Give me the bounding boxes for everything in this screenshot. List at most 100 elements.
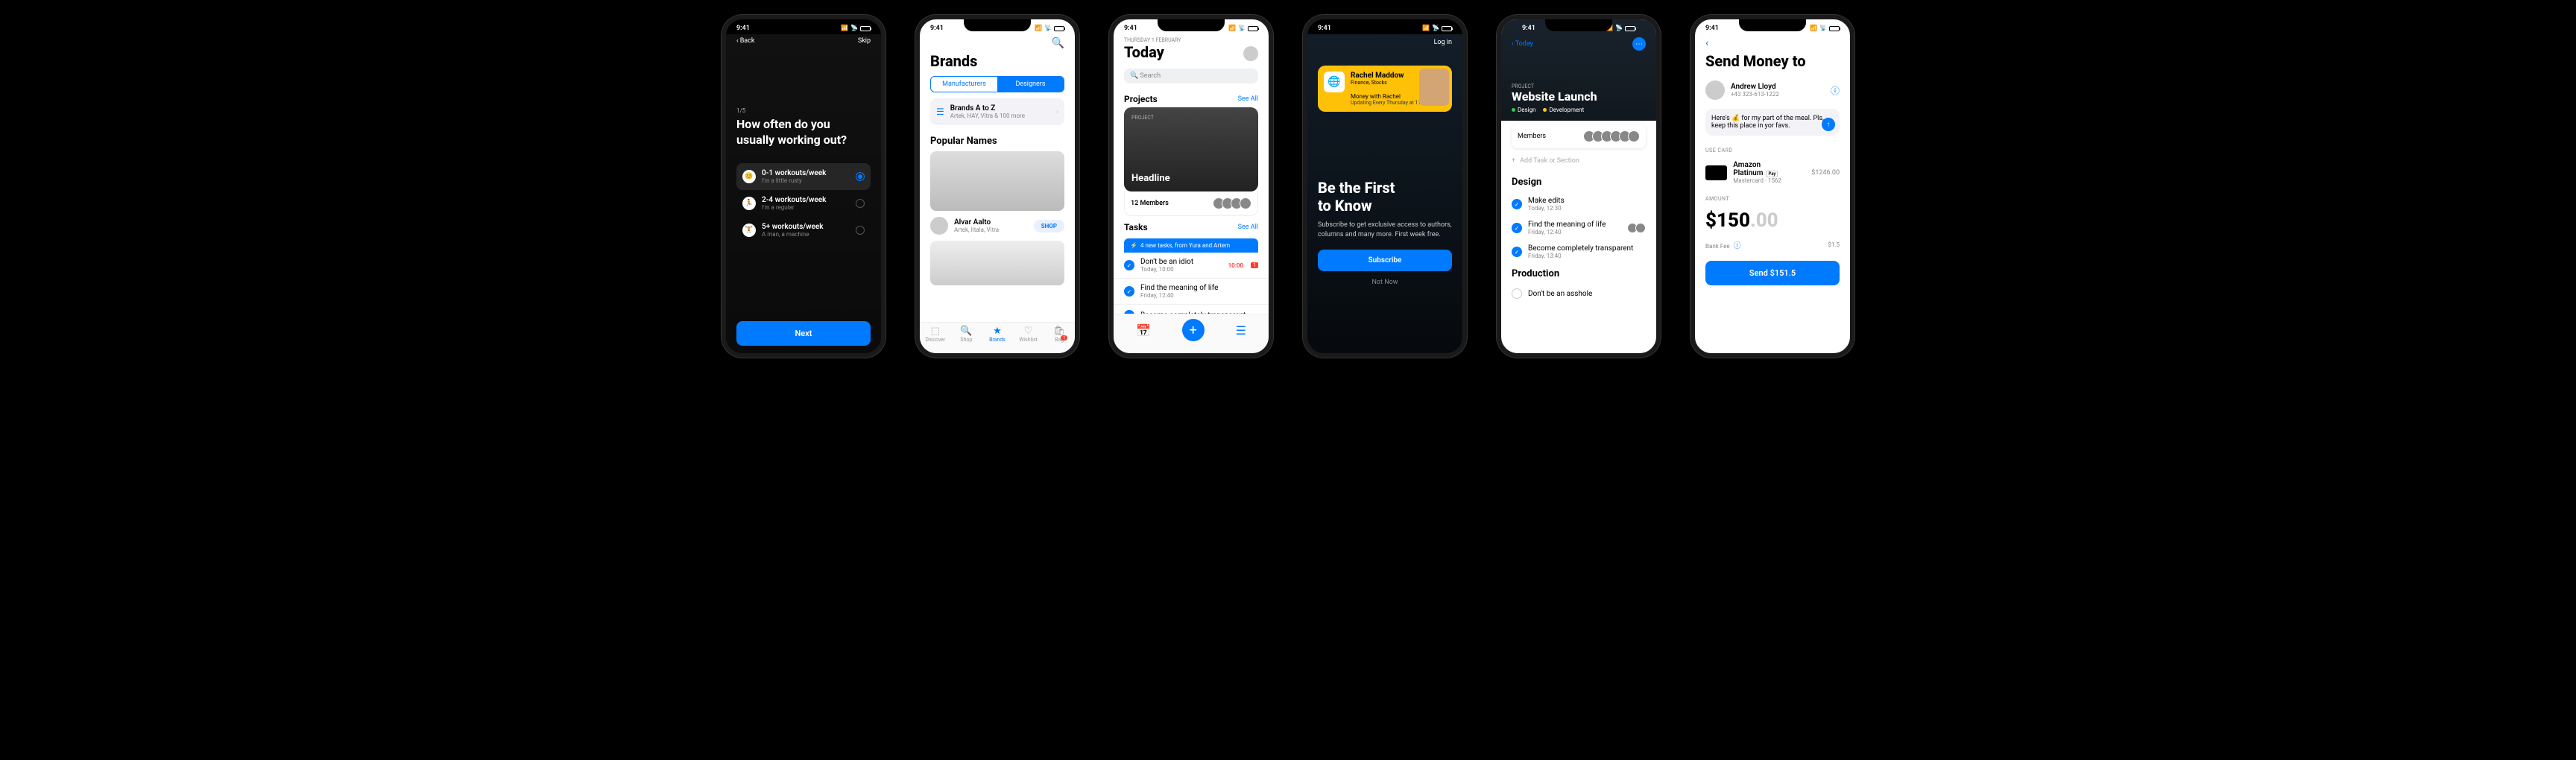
members-row[interactable]: Members [1512,124,1646,148]
task-row[interactable]: ✓Don't be an asshole [1501,284,1656,303]
tab-brands[interactable]: ★Brands [982,326,1013,343]
option-2[interactable]: 🏋 5+ workouts/weekA man, a machine [736,217,871,244]
radio-icon [856,226,865,235]
time: 9:41 [1522,25,1535,32]
signal-icon [841,25,848,32]
time: 9:41 [1318,25,1331,32]
send-message-icon[interactable]: ↑ [1822,118,1835,131]
message-input[interactable]: Here's 💰 for my part of the meal. Pls, k… [1705,109,1840,136]
time: 9:41 [736,25,750,32]
see-all-link[interactable]: See All [1238,95,1258,103]
task-row[interactable]: ✓ Don't be an idiotToday, 10:00 10:001 [1114,253,1269,279]
section-projects: Projects [1124,94,1158,104]
info-icon[interactable]: ⓘ [1831,84,1840,97]
person-photo [1419,69,1449,106]
check-icon[interactable]: ✓ [1124,286,1134,297]
tag-design[interactable]: Design [1512,107,1535,113]
send-button[interactable]: Send $151.5 [1705,261,1840,285]
brand-image[interactable] [930,241,1064,285]
back-button[interactable]: ‹ Today [1512,40,1533,48]
card-row[interactable]: Amazon PlatinumPayMastercard · 1562 $124… [1695,156,1850,189]
more-button[interactable]: ⋯ [1632,37,1646,51]
project-card[interactable]: PROJECT Headline [1124,107,1258,191]
task-row[interactable]: ✓Become completely transparentFriday, 13… [1501,240,1656,264]
members-row[interactable]: 12 Members [1124,191,1258,216]
see-all-link[interactable]: See All [1238,224,1258,231]
tag-development[interactable]: Development [1543,107,1584,113]
phone-today: 9:41 THURSDAY 1 FEBRUARYToday 🔍 Search P… [1109,15,1273,358]
fee-row: Bank Fee ⓘ $1.5 [1695,236,1850,253]
battery-icon [1054,26,1064,31]
task-row[interactable]: ✓Make editsToday, 12:30 [1501,192,1656,216]
battery-icon [1829,26,1840,31]
subscribe-button[interactable]: Subscribe [1318,250,1452,271]
radio-icon [856,172,865,181]
check-icon[interactable]: ✓ [1124,260,1134,270]
check-icon[interactable]: ✓ [1512,199,1522,209]
notch [964,19,1031,31]
tab-discover[interactable]: ⬚Discover [920,326,951,343]
phone-subscribe: 9:41 Log in 🌐 Rachel Maddow Finance, Sto… [1303,15,1467,358]
signal-icon [1810,25,1817,32]
seg-designers[interactable]: Designers [997,77,1064,92]
add-task-button[interactable]: +Add Task or Section [1501,150,1656,172]
wifi-icon [1238,25,1246,32]
notch [1739,19,1806,31]
time: 9:41 [1124,25,1137,32]
calendar-icon[interactable]: 📅 [1136,323,1151,338]
tasks-banner[interactable]: ⚡ 4 new tasks, from Yura and Artem [1124,238,1258,253]
amount-input[interactable]: $150.00 [1695,205,1850,236]
skip-button[interactable]: Skip [858,37,871,45]
seg-manufacturers[interactable]: Manufacturers [931,77,997,92]
info-icon[interactable]: ⓘ [1734,242,1741,250]
brands-az-row[interactable]: ☰ Brands A to ZArtek, HAY, Vitra & 100 m… [930,98,1064,125]
step-counter: 1/5 [736,107,871,114]
section-tasks: Tasks [1124,222,1148,232]
date-label: THURSDAY 1 FEBRUARY [1124,37,1181,43]
option-1[interactable]: 🏃 2-4 workouts/weekI'm a regular [736,190,871,217]
segmented-control: Manufacturers Designers [930,76,1064,92]
search-icon[interactable]: 🔍 [1052,37,1064,49]
avatar[interactable] [1243,46,1258,61]
signal-icon [1422,25,1430,32]
recipient-row[interactable]: Andrew Lloyd+43 323-613-1222 ⓘ [1695,76,1850,104]
next-button[interactable]: Next [736,321,871,346]
section-production: Production [1501,264,1656,284]
option-0[interactable]: 😊 0-1 workouts/weekI'm a little rusty [736,163,871,190]
notch [1545,19,1612,31]
wifi-icon [1432,25,1439,32]
dot-icon [1543,108,1547,112]
option-icon: 😊 [742,170,756,183]
avatar-stack [1216,197,1251,209]
plus-icon: + [1512,157,1515,165]
featured-card[interactable]: 🌐 Rachel Maddow Finance, Stocks Money wi… [1318,66,1452,112]
option-icon: 🏃 [742,197,756,210]
list-icon[interactable]: ☰ [1236,323,1246,338]
add-button[interactable]: + [1182,319,1205,341]
task-row[interactable]: ✓ Find the meaning of lifeFriday, 12:40 [1114,279,1269,305]
body-text: Subscribe to get exclusive access to aut… [1318,221,1452,239]
brand-image[interactable] [930,151,1064,211]
login-button[interactable]: Log in [1318,34,1452,51]
avatar [930,217,948,235]
check-icon[interactable]: ✓ [1512,288,1522,299]
check-icon[interactable]: ✓ [1512,223,1522,233]
section-design: Design [1501,172,1656,192]
battery-icon [1248,26,1258,31]
designer-row[interactable]: Alvar AaltoArtek, Iitala, Vitra SHOP [920,211,1075,241]
shop-button[interactable]: SHOP [1034,220,1064,232]
tab-bag[interactable]: 🛍1Bag [1044,326,1075,343]
back-button[interactable]: ‹ [1705,37,1708,49]
back-button[interactable]: ‹ Back [736,37,754,45]
time: 9:41 [930,25,944,32]
phone-workout: 9:41 ‹ Back Skip 1/5 How often do you us… [722,15,886,358]
page-title: Today [1124,43,1181,61]
tab-wishlist[interactable]: ♡Wishlist [1013,326,1044,343]
search-input[interactable]: 🔍 Search [1124,69,1258,83]
check-icon[interactable]: ✓ [1512,247,1522,257]
headline: Be the Firstto Know [1318,179,1452,215]
tab-shop[interactable]: 🔍Shop [951,326,982,343]
not-now-button[interactable]: Not Now [1318,279,1452,286]
task-row[interactable]: ✓Find the meaning of lifeFriday, 12:40 [1501,216,1656,240]
time: 9:41 [1705,25,1719,32]
